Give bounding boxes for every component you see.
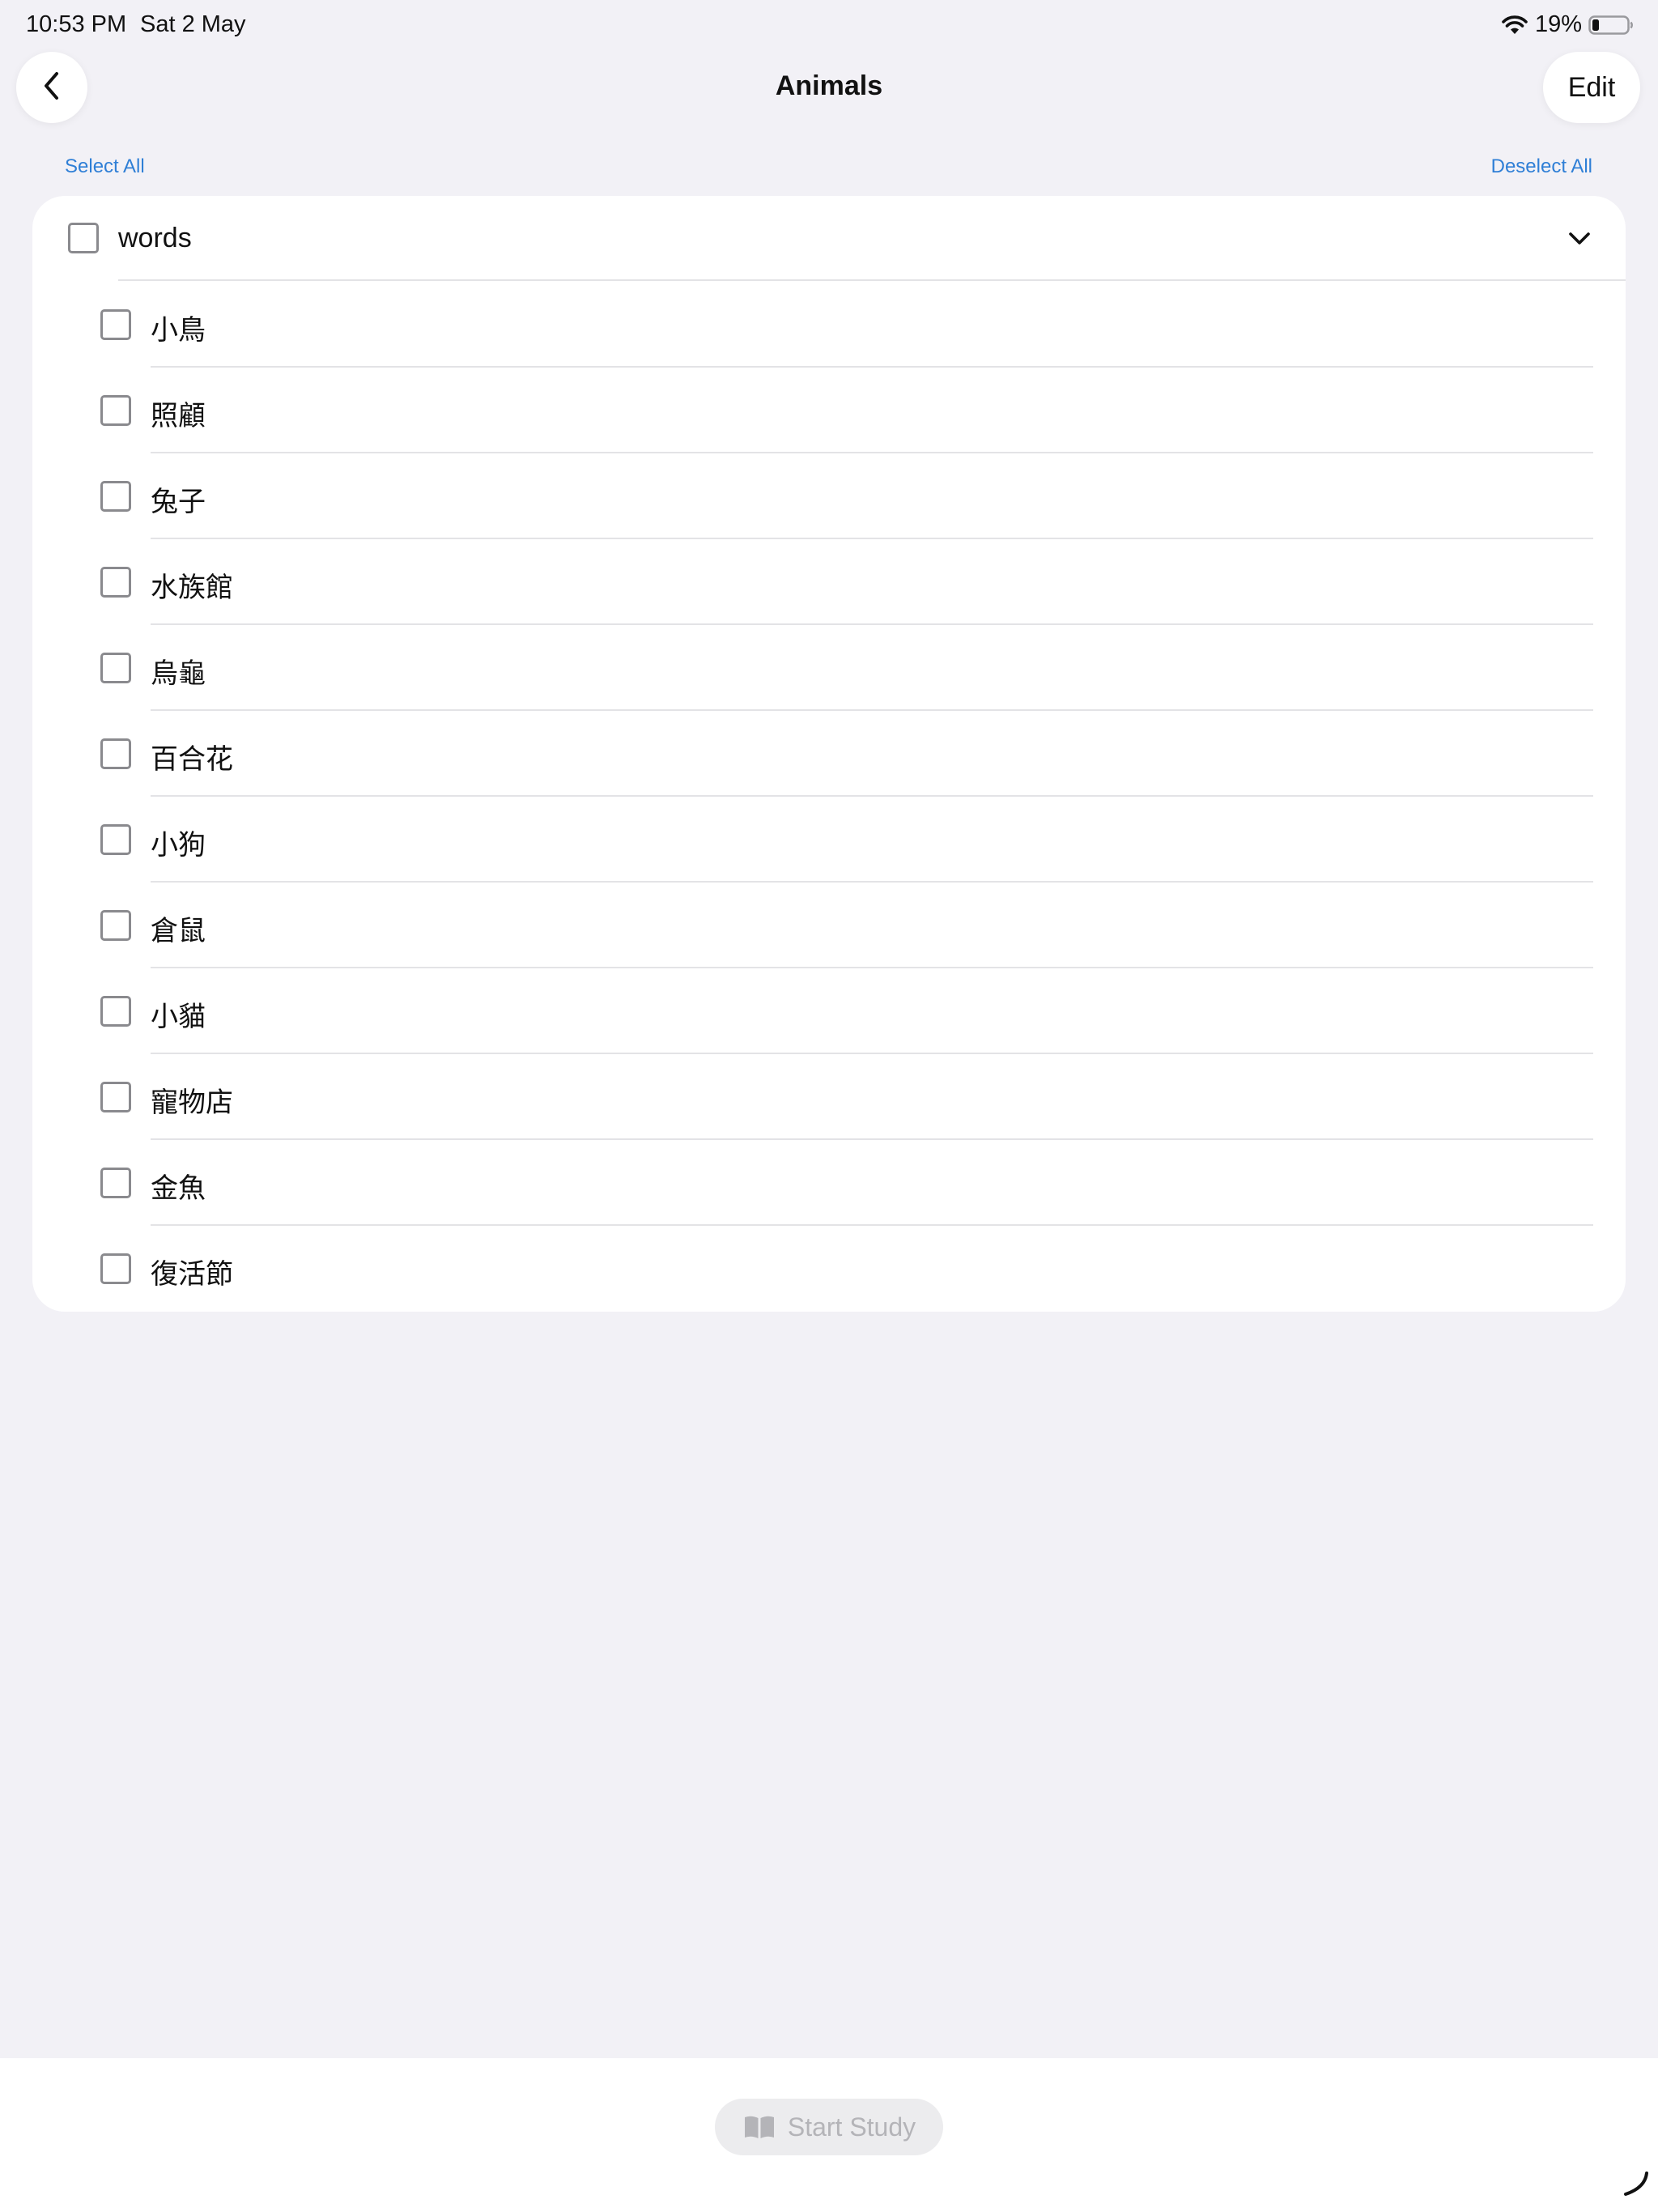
list-item[interactable]: 小鳥 xyxy=(32,282,1626,368)
item-checkbox[interactable] xyxy=(100,567,131,598)
status-indicators: 19% xyxy=(1501,11,1634,38)
battery-icon xyxy=(1588,15,1634,36)
group-checkbox[interactable] xyxy=(68,223,99,253)
item-checkbox[interactable] xyxy=(100,1082,131,1112)
item-checkbox[interactable] xyxy=(100,910,131,941)
item-checkbox[interactable] xyxy=(100,996,131,1027)
list-item[interactable]: 烏龜 xyxy=(32,625,1626,711)
item-checkbox[interactable] xyxy=(100,1168,131,1198)
book-icon xyxy=(742,2114,776,2140)
divider xyxy=(118,279,1626,281)
item-label: 水族館 xyxy=(151,572,233,604)
item-label: 小狗 xyxy=(151,829,206,861)
item-checkbox[interactable] xyxy=(100,738,131,769)
wifi-icon xyxy=(1501,15,1528,36)
item-label: 復活節 xyxy=(151,1258,233,1291)
spinner-icon xyxy=(1621,2168,1650,2197)
list-item[interactable]: 百合花 xyxy=(32,711,1626,797)
status-time: 10:53 PM xyxy=(26,11,127,37)
battery-percent: 19% xyxy=(1534,11,1582,37)
list-item[interactable]: 兔子 xyxy=(32,453,1626,539)
item-label: 兔子 xyxy=(151,486,206,518)
group-label: words xyxy=(118,223,192,253)
word-list: 小鳥照顧兔子水族館烏龜百合花小狗倉鼠小貓寵物店金魚復活節 xyxy=(32,282,1626,1312)
list-item[interactable]: 小貓 xyxy=(32,968,1626,1054)
list-item[interactable]: 復活節 xyxy=(32,1226,1626,1312)
item-label: 寵物店 xyxy=(151,1087,233,1119)
item-label: 照顧 xyxy=(151,400,206,432)
list-item[interactable]: 照顧 xyxy=(32,368,1626,453)
item-label: 金魚 xyxy=(151,1172,206,1205)
item-label: 百合花 xyxy=(151,743,233,776)
select-all-button[interactable]: Select All xyxy=(65,155,145,178)
status-date: Sat 2 May xyxy=(140,11,246,37)
start-study-button[interactable]: Start Study xyxy=(715,2099,943,2155)
group-row-words[interactable]: words xyxy=(32,196,1626,281)
item-label: 小貓 xyxy=(151,1001,206,1033)
item-label: 小鳥 xyxy=(151,314,206,347)
list-item[interactable]: 金魚 xyxy=(32,1140,1626,1226)
list-item[interactable]: 倉鼠 xyxy=(32,883,1626,968)
item-checkbox[interactable] xyxy=(100,481,131,512)
item-label: 烏龜 xyxy=(151,657,206,690)
edit-button[interactable]: Edit xyxy=(1543,52,1640,123)
deselect-all-button[interactable]: Deselect All xyxy=(1491,155,1592,178)
item-checkbox[interactable] xyxy=(100,309,131,340)
list-item[interactable]: 水族館 xyxy=(32,539,1626,625)
item-checkbox[interactable] xyxy=(100,824,131,855)
bottom-toolbar: Start Study xyxy=(0,2058,1658,2212)
word-list-card: words 小鳥照顧兔子水族館烏龜百合花小狗倉鼠小貓寵物店金魚復活節 xyxy=(32,196,1626,1312)
item-checkbox[interactable] xyxy=(100,1253,131,1284)
start-study-label: Start Study xyxy=(787,2112,916,2142)
list-item[interactable]: 小狗 xyxy=(32,797,1626,883)
item-label: 倉鼠 xyxy=(151,915,206,947)
status-bar: 10:53 PM Sat 2 May 19% xyxy=(0,0,1658,52)
item-checkbox[interactable] xyxy=(100,653,131,683)
page-title: Animals xyxy=(775,70,883,101)
item-checkbox[interactable] xyxy=(100,395,131,426)
list-item[interactable]: 寵物店 xyxy=(32,1054,1626,1140)
chevron-down-icon[interactable] xyxy=(1567,227,1592,251)
